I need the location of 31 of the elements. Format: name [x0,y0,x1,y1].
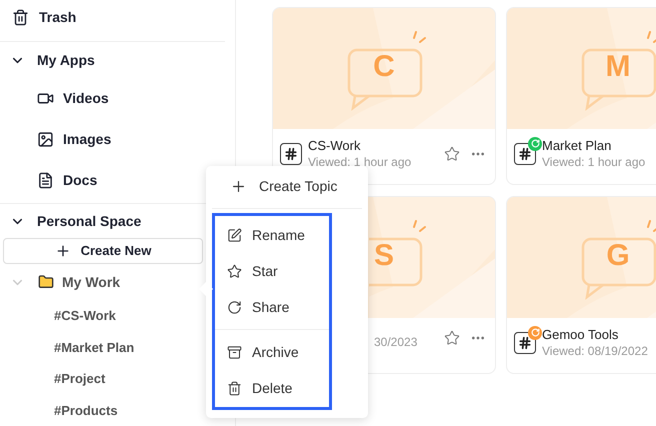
star-icon[interactable] [444,146,460,162]
card-subtitle: Viewed: 08/19/2022 [542,343,649,359]
topic-card[interactable]: M Market Plan Viewed: 1 hour ago [506,7,656,185]
star-icon[interactable] [444,330,460,346]
sidebar-item[interactable]: Images [0,119,235,160]
hashtag-icon [280,142,302,164]
card-subtitle: Viewed: 1 hour ago [542,154,646,170]
sidebar-item[interactable]: Trash [0,0,235,34]
card-subtitle: Viewed: 1 hour ago [308,154,412,170]
card-letter: G [606,240,630,270]
card-subtitle: 30/2023 [374,334,418,350]
edit-icon [227,228,242,242]
card-letter: C [373,52,395,82]
card-title: CS-Work [308,137,362,154]
sidebar-item[interactable]: Videos [0,78,235,119]
section-header[interactable]: My Apps [0,42,235,78]
share-icon [227,300,242,314]
document-icon [37,172,54,189]
topic-card[interactable]: G Gemoo Tools Viewed: 08/19/2022 [506,196,656,374]
create-new-button[interactable]: Create New [3,238,203,264]
card-title: Gemoo Tools [542,326,620,343]
plus-icon [54,243,71,259]
folder-icon [38,274,54,290]
trash-icon [227,380,242,396]
image-icon [37,131,54,148]
card-letter: M [606,52,630,82]
trash-icon [12,8,29,26]
card-letter: S [374,240,394,270]
star-icon [227,264,242,278]
archive-icon [227,344,242,360]
card-title: Market Plan [542,137,612,154]
